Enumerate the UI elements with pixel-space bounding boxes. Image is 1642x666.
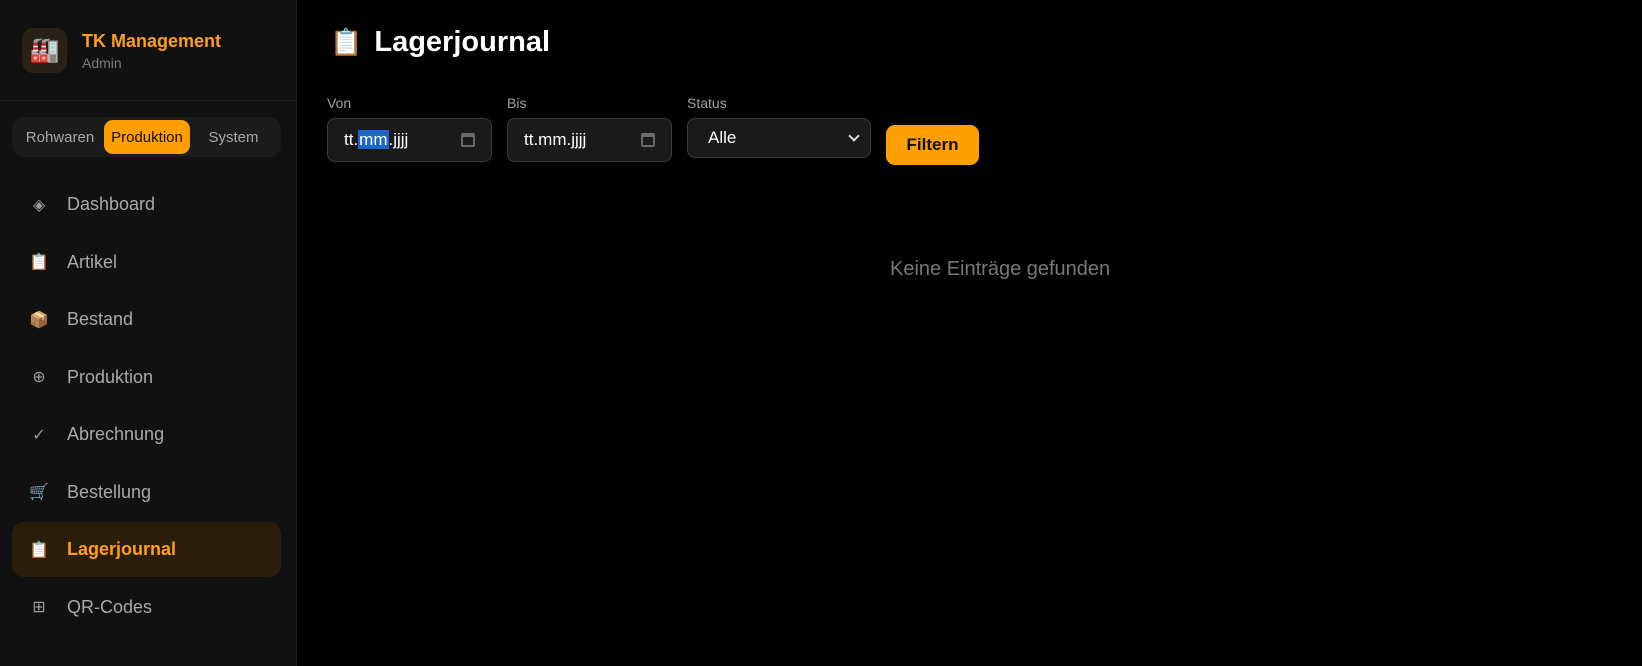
chevron-down-icon xyxy=(848,130,860,142)
brand-subtitle: Admin xyxy=(82,54,122,71)
status-value: Alle xyxy=(708,128,737,147)
sidebar-item-qr-codes[interactable]: ⊞ QR-Codes xyxy=(12,580,281,635)
clipboard-icon: 📋 xyxy=(29,254,49,271)
status-select[interactable]: Alle xyxy=(687,118,871,158)
clipboard-icon: 📋 xyxy=(29,541,49,559)
package-icon: 📦 xyxy=(29,311,49,329)
clipboard-icon: 📋 xyxy=(330,27,363,57)
to-date-input[interactable]: tt.mm.jjjj xyxy=(507,118,672,162)
sidebar-item-label: Abrechnung xyxy=(67,424,165,444)
factory-icon: 🏭 xyxy=(22,27,67,73)
from-date-label: Von xyxy=(327,95,352,111)
grid-icon: ⊞ xyxy=(32,599,46,616)
sidebar-item-label: QR-Codes xyxy=(67,596,153,617)
sidebar-item-label: Bestellung xyxy=(67,481,152,502)
sidebar-item-label: Artikel xyxy=(67,251,118,272)
status-label: Status xyxy=(687,95,727,111)
sidebar-item-bestand[interactable]: 📦 Bestand xyxy=(12,292,281,347)
calendar-icon[interactable] xyxy=(641,133,655,147)
date-segment-highlight: mm xyxy=(358,130,389,149)
calendar-icon[interactable] xyxy=(461,133,475,147)
sidebar-nav: ◈ Dashboard 📋 Artikel 📦 Bestand ⊕ Produk… xyxy=(12,177,281,637)
check-icon: ✓ xyxy=(32,426,46,444)
sidebar: 🏭 TK Management Admin Rohwaren Produktio… xyxy=(0,0,297,666)
sidebar-item-label: Dashboard xyxy=(67,194,156,214)
filter-bar: Von tt.mm.jjjj Bis tt.mm.jjjj Status All… xyxy=(327,95,979,165)
segment-produktion[interactable]: Produktion xyxy=(103,120,190,154)
sidebar-item-lagerjournal[interactable]: 📋 Lagerjournal xyxy=(12,522,281,577)
to-date-field: Bis tt.mm.jjjj xyxy=(507,95,672,165)
cart-icon: 🛒 xyxy=(29,484,49,501)
page-title: 📋 Lagerjournal xyxy=(330,26,550,59)
sidebar-item-dashboard[interactable]: ◈ Dashboard xyxy=(12,177,281,232)
sidebar-item-label: Bestand xyxy=(67,309,134,329)
section-switcher: Rohwaren Produktion System xyxy=(12,117,281,157)
to-date-label: Bis xyxy=(507,95,527,111)
segment-system[interactable]: System xyxy=(190,120,277,154)
from-date-field: Von tt.mm.jjjj xyxy=(327,95,492,165)
status-field: Status Alle xyxy=(687,95,871,165)
circle-cross-icon: ⊕ xyxy=(32,369,46,386)
sidebar-item-label: Lagerjournal xyxy=(67,539,177,559)
empty-state-message: Keine Einträge gefunden xyxy=(890,258,1111,280)
sidebar-item-label: Produktion xyxy=(67,366,154,387)
to-date-value: tt.mm.jjjj xyxy=(524,130,587,149)
dashboard-icon: ◈ xyxy=(32,196,46,214)
filter-button[interactable]: Filtern xyxy=(886,125,979,165)
brand-header: 🏭 TK Management Admin xyxy=(0,0,296,101)
sidebar-item-bestellung[interactable]: 🛒 Bestellung xyxy=(12,465,281,520)
sidebar-item-artikel[interactable]: 📋 Artikel xyxy=(12,235,281,290)
brand-title: TK Management xyxy=(82,30,222,51)
from-date-input[interactable]: tt.mm.jjjj xyxy=(327,118,492,162)
sidebar-item-abrechnung[interactable]: ✓ Abrechnung xyxy=(12,407,281,462)
from-date-value: tt.mm.jjjj xyxy=(344,130,409,149)
segment-rohwaren[interactable]: Rohwaren xyxy=(16,120,104,154)
page-title-text: Lagerjournal xyxy=(374,26,551,58)
sidebar-item-produktion[interactable]: ⊕ Produktion xyxy=(12,350,281,405)
